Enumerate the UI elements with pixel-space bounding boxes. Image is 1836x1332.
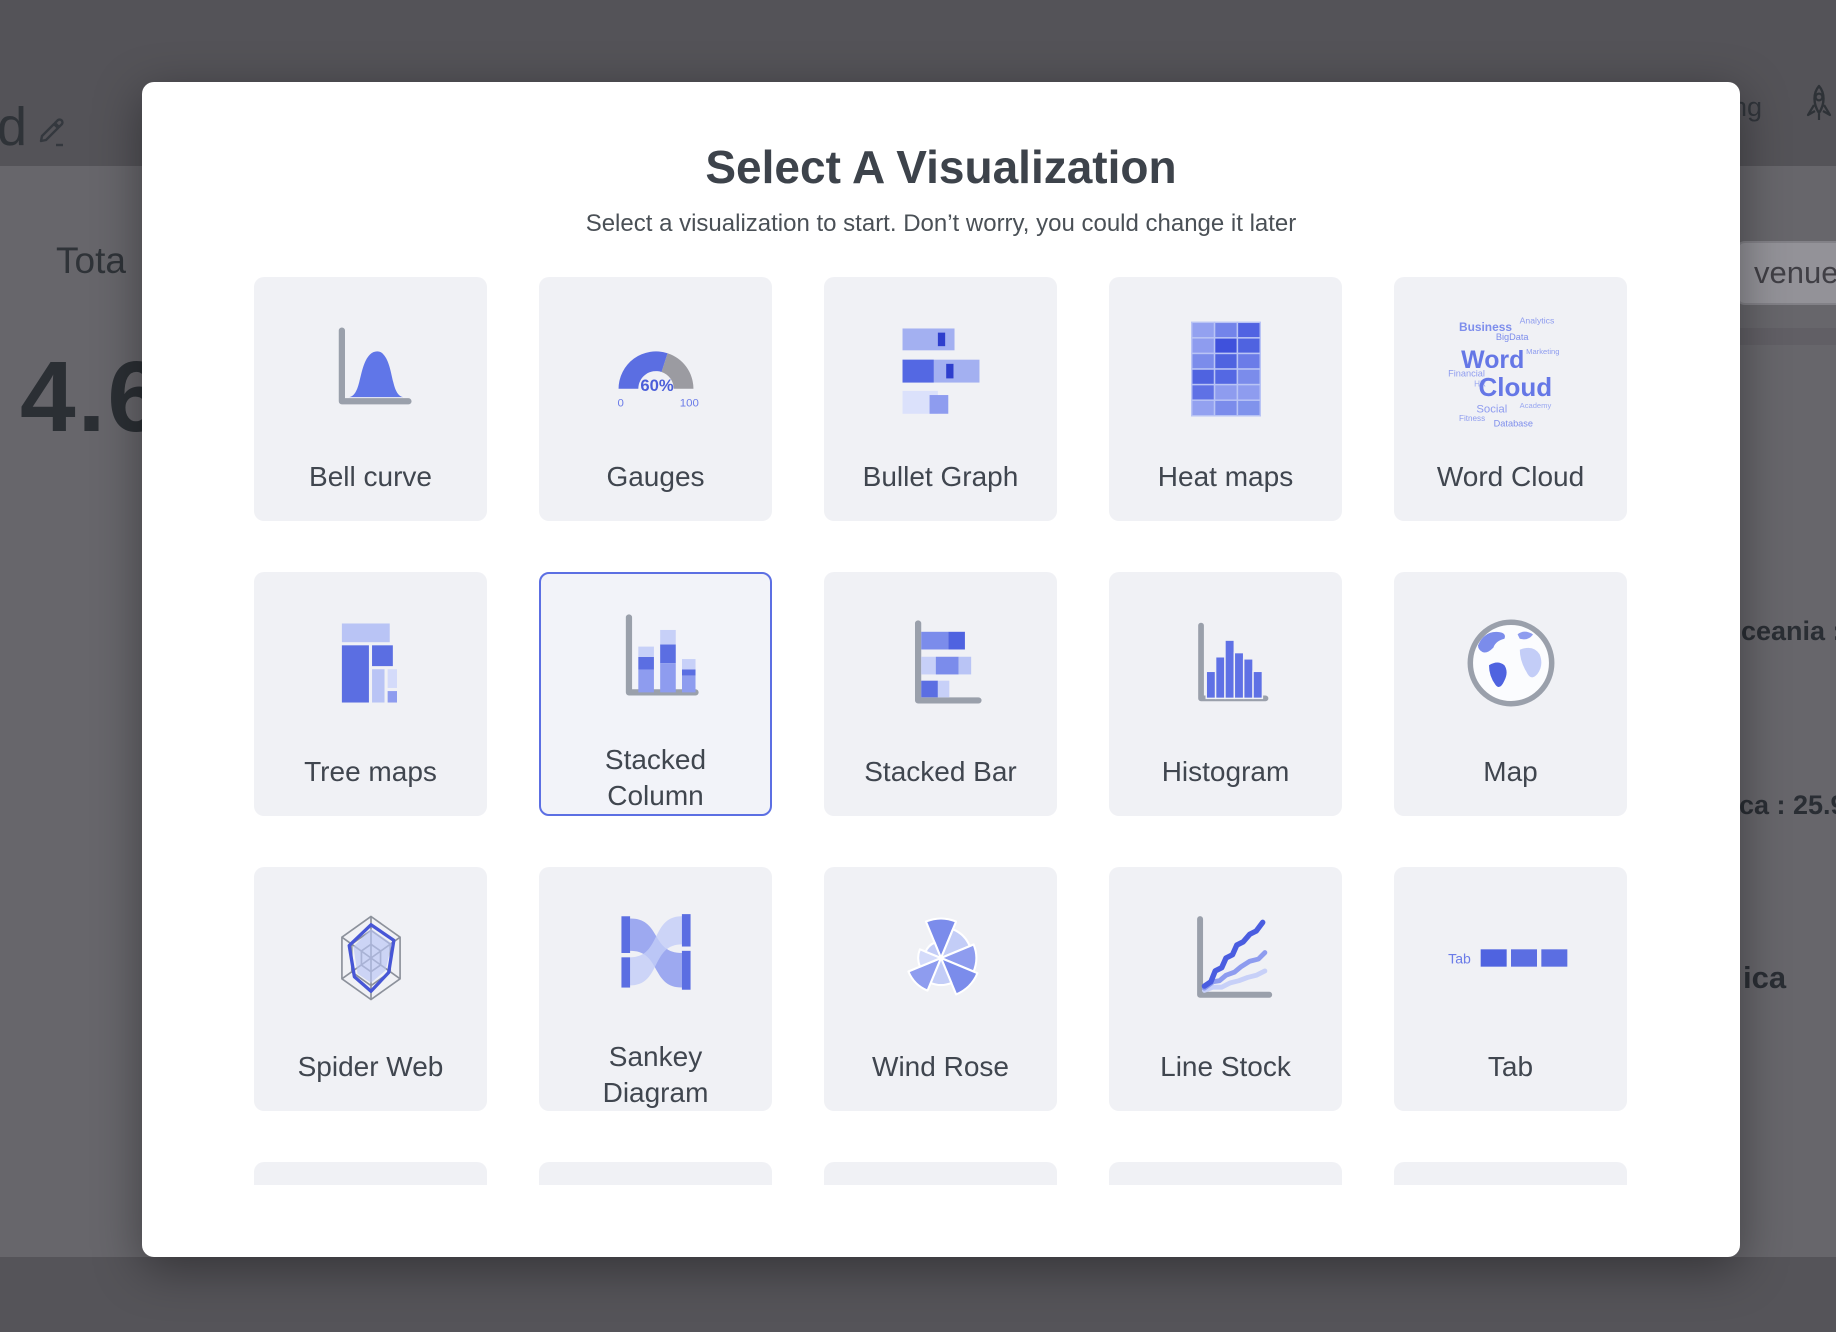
stacked-column-icon bbox=[604, 588, 708, 726]
viz-card-line-stock[interactable]: Line Stock bbox=[1109, 867, 1342, 1111]
rocket-icon[interactable] bbox=[1804, 84, 1834, 129]
viz-card-clipped[interactable] bbox=[539, 1162, 772, 1185]
line-stock-icon bbox=[1172, 883, 1280, 1033]
dialog-subtitle: Select a visualization to start. Don’t w… bbox=[142, 210, 1740, 238]
svg-text:Analytics: Analytics bbox=[1519, 316, 1554, 326]
screen: d Select Main Date Filter Add Filter Add… bbox=[0, 0, 1836, 1332]
svg-text:60%: 60% bbox=[640, 376, 673, 395]
viz-card-stacked-bar[interactable]: Stacked Bar bbox=[824, 572, 1057, 816]
viz-card-label: Spider Web bbox=[268, 1049, 474, 1085]
viz-card-label: Line Stock bbox=[1130, 1049, 1321, 1085]
metric-label-fragment: Tota bbox=[56, 240, 126, 282]
viz-card-clipped[interactable] bbox=[1394, 1162, 1627, 1185]
background-footer-area bbox=[0, 1257, 1836, 1332]
wind-rose-icon bbox=[887, 883, 995, 1033]
viz-card-histogram[interactable]: Histogram bbox=[1109, 572, 1342, 816]
viz-card-label: Stacked Bar bbox=[834, 754, 1047, 790]
svg-text:Marketing: Marketing bbox=[1526, 347, 1559, 356]
viz-card-sankey-diagram[interactable]: Sankey Diagram bbox=[539, 867, 772, 1111]
legend-value-oceania: ceania : 8 bbox=[1741, 616, 1836, 647]
edit-pencil-icon[interactable] bbox=[36, 114, 68, 153]
dashboard-title-fragment: d bbox=[0, 96, 27, 158]
svg-text:Database: Database bbox=[1493, 419, 1532, 429]
viz-card-label: Map bbox=[1453, 754, 1567, 790]
viz-card-heat-maps[interactable]: Heat maps bbox=[1109, 277, 1342, 521]
viz-card-word-cloud[interactable]: Business Analytics BigData Word Marketin… bbox=[1394, 277, 1627, 521]
visualization-grid: Bell curve 60% 0 100 Gauges bbox=[254, 277, 1628, 1185]
sankey-icon bbox=[602, 883, 710, 1023]
svg-text:0: 0 bbox=[617, 397, 623, 409]
viz-card-gauges[interactable]: 60% 0 100 Gauges bbox=[539, 277, 772, 521]
gauge-icon: 60% 0 100 bbox=[604, 293, 708, 443]
dialog-title: Select A Visualization bbox=[142, 140, 1740, 194]
viz-card-label: Tree maps bbox=[274, 754, 467, 790]
viz-card-clipped[interactable] bbox=[1109, 1162, 1342, 1185]
select-visualization-dialog: Select A Visualization Select a visualiz… bbox=[142, 82, 1740, 1257]
viz-card-label: Bullet Graph bbox=[833, 459, 1049, 495]
spider-web-icon bbox=[317, 883, 425, 1033]
tab-icon: Tab bbox=[1446, 883, 1576, 1033]
viz-card-clipped[interactable] bbox=[254, 1162, 487, 1185]
stacked-bar-icon bbox=[889, 588, 993, 738]
legend-value-america: ica bbox=[1743, 960, 1786, 996]
viz-card-label: Histogram bbox=[1132, 754, 1320, 790]
viz-card-label: Stacked Column bbox=[541, 742, 770, 814]
viz-card-label: Sankey Diagram bbox=[539, 1039, 772, 1111]
legend-value-africa: ca : 25.95 bbox=[1739, 790, 1836, 821]
viz-card-label: Word Cloud bbox=[1407, 459, 1614, 495]
bullet-graph-icon bbox=[866, 293, 1016, 443]
svg-text:BigData: BigData bbox=[1495, 332, 1529, 342]
svg-text:Tab: Tab bbox=[1448, 950, 1471, 966]
svg-text:Cloud: Cloud bbox=[1478, 372, 1552, 402]
revenue-select-button[interactable]: venue bbox=[1736, 241, 1836, 305]
globe-icon bbox=[1456, 588, 1566, 738]
viz-card-label: Heat maps bbox=[1128, 459, 1323, 495]
bell-curve-icon bbox=[319, 293, 423, 443]
viz-card-label: Tab bbox=[1458, 1049, 1563, 1085]
viz-card-spider-web[interactable]: Spider Web bbox=[254, 867, 487, 1111]
viz-card-clipped[interactable] bbox=[824, 1162, 1057, 1185]
viz-card-bell-curve[interactable]: Bell curve bbox=[254, 277, 487, 521]
viz-card-label: Gauges bbox=[576, 459, 734, 495]
viz-card-tab[interactable]: Tab Tab bbox=[1394, 867, 1627, 1111]
svg-text:100: 100 bbox=[679, 397, 698, 409]
viz-card-label: Bell curve bbox=[279, 459, 462, 495]
viz-card-stacked-column[interactable]: Stacked Column bbox=[539, 572, 772, 816]
viz-card-label: Wind Rose bbox=[842, 1049, 1039, 1085]
treemap-icon bbox=[319, 588, 423, 738]
viz-card-bullet-graph[interactable]: Bullet Graph bbox=[824, 277, 1057, 521]
svg-text:Fitness: Fitness bbox=[1459, 414, 1485, 423]
word-cloud-icon: Business Analytics BigData Word Marketin… bbox=[1446, 293, 1576, 443]
revenue-select-label: venue bbox=[1754, 255, 1836, 291]
viz-card-wind-rose[interactable]: Wind Rose bbox=[824, 867, 1057, 1111]
heatmap-icon bbox=[1176, 293, 1276, 443]
viz-card-tree-maps[interactable]: Tree maps bbox=[254, 572, 487, 816]
viz-card-map[interactable]: Map bbox=[1394, 572, 1627, 816]
svg-text:Academy: Academy bbox=[1519, 401, 1551, 410]
histogram-icon bbox=[1174, 588, 1278, 738]
